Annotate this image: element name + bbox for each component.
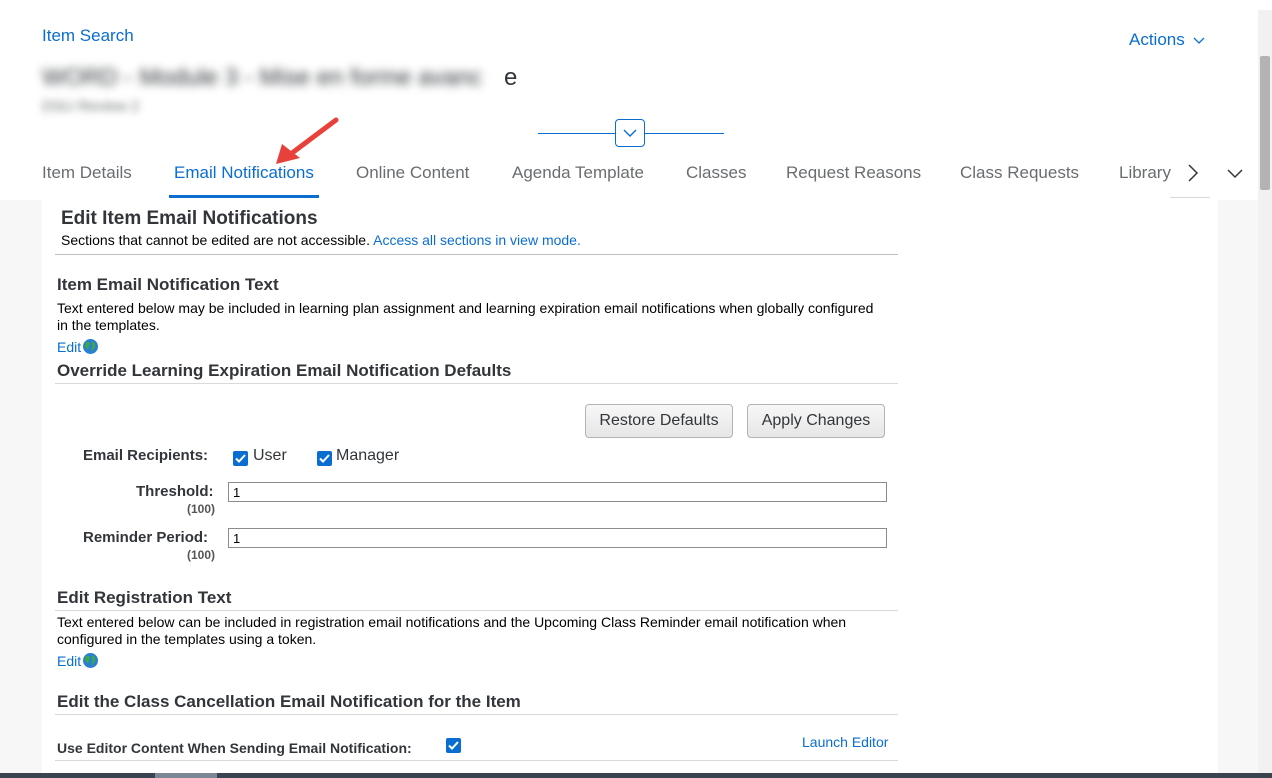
launch-editor-link[interactable]: Launch Editor xyxy=(802,734,888,750)
threshold-max-hint: (100) xyxy=(187,502,216,516)
checkbox-checked-icon xyxy=(319,454,330,463)
checkbox-checked-icon xyxy=(235,454,246,463)
edit-label: Edit xyxy=(57,338,82,355)
threshold-input[interactable] xyxy=(228,482,887,502)
use-editor-label: Use Editor Content When Sending Email No… xyxy=(57,740,412,756)
edit-label: Edit xyxy=(57,652,82,669)
scrollbar-thumb[interactable] xyxy=(1260,56,1270,190)
threshold-label: Threshold: xyxy=(136,483,214,500)
divider xyxy=(55,610,898,611)
apply-changes-button[interactable]: Apply Changes xyxy=(747,404,885,438)
registration-heading: Edit Registration Text xyxy=(57,588,232,607)
chevron-right-icon[interactable] xyxy=(1187,164,1199,182)
arrow-annotation-icon xyxy=(276,117,339,164)
breadcrumb-item-search[interactable]: Item Search xyxy=(42,26,134,46)
tab-online-content[interactable]: Online Content xyxy=(356,163,469,183)
page-title-obscured: WORD - Module 3 - Mise en forme avanc xyxy=(42,64,483,91)
actions-menu-button[interactable]: Actions xyxy=(1129,30,1205,50)
section-main-title: Edit Item Email Notifications xyxy=(61,208,318,229)
email-recipients-label: Email Recipients: xyxy=(83,447,209,464)
tab-item-details[interactable]: Item Details xyxy=(42,163,132,183)
tab-class-requests[interactable]: Class Requests xyxy=(960,163,1079,183)
active-tab-indicator xyxy=(169,195,319,198)
notification-text-description: Text entered below may be included in le… xyxy=(57,300,874,333)
tab-email-notifications[interactable]: Email Notifications xyxy=(174,163,314,183)
recipient-manager-checkbox[interactable] xyxy=(317,451,332,466)
tab-library[interactable]: Library xyxy=(1119,163,1171,183)
recipient-manager-label: Manager xyxy=(336,447,400,464)
divider xyxy=(55,714,898,715)
divider xyxy=(55,760,898,761)
tab-request-reasons[interactable]: Request Reasons xyxy=(786,163,921,183)
restore-defaults-button[interactable]: Restore Defaults xyxy=(585,404,733,438)
divider xyxy=(55,254,898,255)
recipient-user-checkbox[interactable] xyxy=(233,451,248,466)
chevron-down-icon xyxy=(1193,37,1205,44)
view-mode-link[interactable]: Access all sections in view mode. xyxy=(373,232,581,248)
edit-registration-text-link[interactable]: Edit xyxy=(57,652,99,669)
checkbox-checked-icon xyxy=(448,741,459,750)
cancellation-heading: Edit the Class Cancellation Email Notifi… xyxy=(57,692,521,711)
globe-icon xyxy=(83,339,99,354)
tab-classes[interactable]: Classes xyxy=(686,163,746,183)
page-subtitle-obscured: DSU Review 2 xyxy=(42,98,140,115)
page-title-tail: e xyxy=(504,64,518,91)
access-note: Sections that cannot be edited are not a… xyxy=(61,232,581,248)
chevron-down-icon xyxy=(623,129,637,137)
collapse-header-button[interactable] xyxy=(615,119,645,147)
recipient-user-label: User xyxy=(253,447,287,464)
reminder-period-input[interactable] xyxy=(228,528,887,548)
taskbar-item[interactable] xyxy=(155,773,217,778)
tab-agenda-template[interactable]: Agenda Template xyxy=(512,163,644,183)
chevron-down-icon[interactable] xyxy=(1227,169,1243,179)
globe-icon xyxy=(83,653,99,668)
actions-label: Actions xyxy=(1129,30,1185,49)
registration-description: Text entered below can be included in re… xyxy=(57,614,847,647)
tab-bar: Item Details Email Notifications Online … xyxy=(0,150,1260,200)
use-editor-checkbox[interactable] xyxy=(446,738,461,753)
access-note-text: Sections that cannot be edited are not a… xyxy=(61,232,374,248)
divider xyxy=(55,383,898,384)
edit-notification-text-link[interactable]: Edit xyxy=(57,338,99,355)
override-heading: Override Learning Expiration Email Notif… xyxy=(57,361,512,380)
notification-text-heading: Item Email Notification Text xyxy=(57,275,279,294)
reminder-period-label: Reminder Period: xyxy=(83,529,209,546)
reminder-period-max-hint: (100) xyxy=(187,548,216,562)
